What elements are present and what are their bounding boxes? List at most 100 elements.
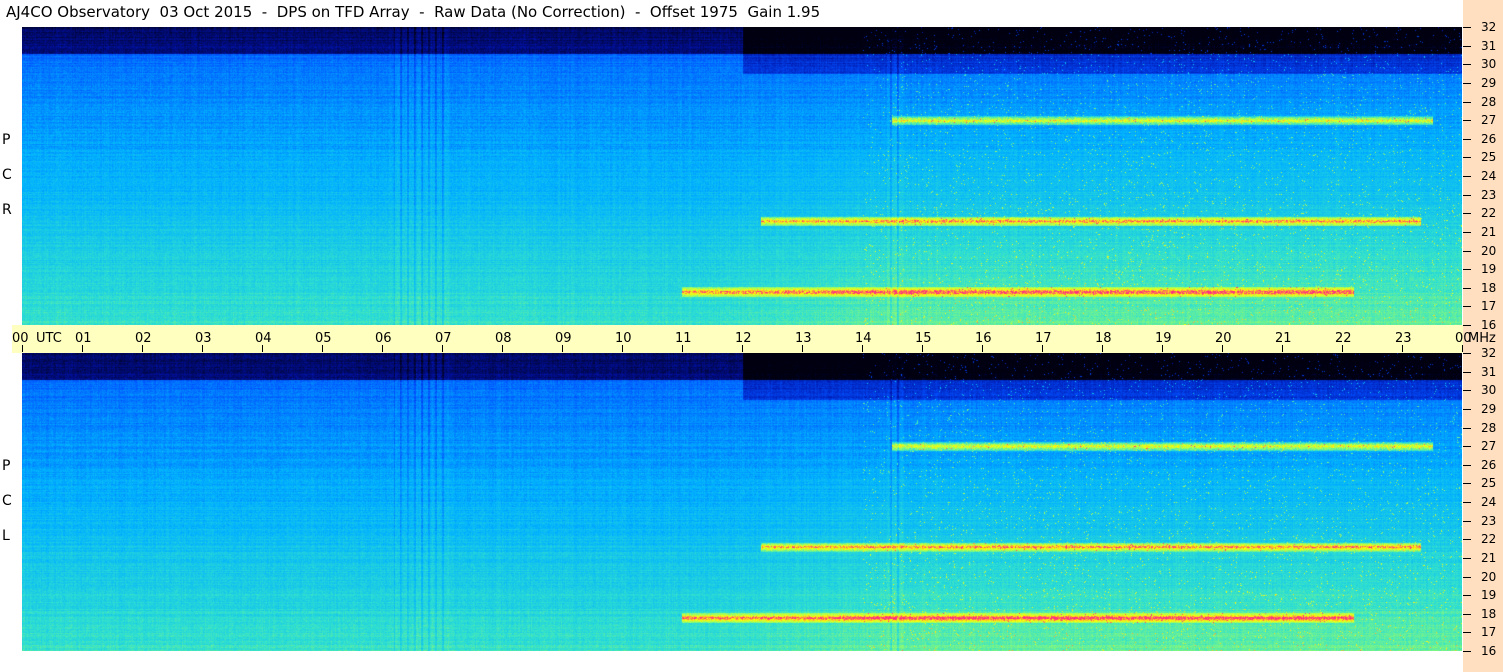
rcp-y-tick-label-21: 21 xyxy=(1481,225,1497,239)
x-tick-10 xyxy=(622,345,623,352)
rcp-label-r: R xyxy=(2,202,12,218)
rcp-y-tick-31 xyxy=(1463,46,1471,47)
rcp-y-tick-29 xyxy=(1463,83,1471,84)
lcp-heatmap xyxy=(22,353,1462,651)
rcp-y-tick-label-27: 27 xyxy=(1481,113,1497,127)
x-tick-21 xyxy=(1282,345,1283,352)
lcp-y-tick-23 xyxy=(1463,521,1471,522)
lcp-y-tick-18 xyxy=(1463,614,1471,615)
x-tick-4 xyxy=(262,345,263,352)
rcp-y-tick-label-22: 22 xyxy=(1481,206,1497,220)
lcp-y-tick-17 xyxy=(1463,632,1471,633)
x-tick-label-6: 06 xyxy=(375,331,392,346)
x-tick-11 xyxy=(682,345,683,352)
rcp-y-tick-label-26: 26 xyxy=(1481,132,1497,146)
x-tick-label-7: 07 xyxy=(435,331,452,346)
x-tick-18 xyxy=(1102,345,1103,352)
rcp-y-tick-label-23: 23 xyxy=(1481,188,1497,202)
rcp-heatmap xyxy=(22,27,1462,325)
lcp-y-tick-24 xyxy=(1463,502,1471,503)
x-tick-20 xyxy=(1222,345,1223,352)
lcp-y-tick-label-29: 29 xyxy=(1481,402,1497,416)
x-tick-3 xyxy=(202,345,203,352)
x-tick-15 xyxy=(922,345,923,352)
lcp-y-tick-label-25: 25 xyxy=(1481,476,1497,490)
x-tick-label-9: 09 xyxy=(555,331,572,346)
x-tick-label-23: 23 xyxy=(1395,331,1412,346)
lcp-y-tick-31 xyxy=(1463,372,1471,373)
rcp-y-tick-label-31: 31 xyxy=(1481,39,1497,53)
rcp-y-tick-label-32: 32 xyxy=(1481,20,1497,34)
x-tick-label-4: 04 xyxy=(255,331,272,346)
x-tick-2 xyxy=(142,345,143,352)
x-tick-14 xyxy=(862,345,863,352)
rcp-y-tick-24 xyxy=(1463,176,1471,177)
rcp-y-tick-23 xyxy=(1463,195,1471,196)
x-tick-17 xyxy=(1042,345,1043,352)
x-tick-label-8: 08 xyxy=(495,331,512,346)
lcp-y-tick-27 xyxy=(1463,446,1471,447)
rcp-y-tick-label-17: 17 xyxy=(1481,299,1497,313)
lcp-y-tick-21 xyxy=(1463,558,1471,559)
rcp-y-tick-label-18: 18 xyxy=(1481,281,1497,295)
rcp-y-tick-16 xyxy=(1463,325,1471,326)
lcp-y-tick-16 xyxy=(1463,651,1471,652)
rcp-y-tick-21 xyxy=(1463,232,1471,233)
lcp-y-tick-label-28: 28 xyxy=(1481,421,1497,435)
x-tick-1 xyxy=(82,345,83,352)
rcp-y-tick-28 xyxy=(1463,102,1471,103)
chart-title: AJ4CO Observatory 03 Oct 2015 - DPS on T… xyxy=(6,3,821,21)
rcp-y-tick-30 xyxy=(1463,64,1471,65)
rcp-y-tick-26 xyxy=(1463,139,1471,140)
lcp-y-tick-label-23: 23 xyxy=(1481,514,1497,528)
x-tick-6 xyxy=(382,345,383,352)
lcp-y-tick-20 xyxy=(1463,577,1471,578)
x-tick-8 xyxy=(502,345,503,352)
lcp-y-tick-30 xyxy=(1463,390,1471,391)
lcp-y-tick-label-27: 27 xyxy=(1481,439,1497,453)
lcp-y-tick-29 xyxy=(1463,409,1471,410)
lcp-y-tick-label-19: 19 xyxy=(1481,588,1497,602)
rcp-y-tick-19 xyxy=(1463,269,1471,270)
x-tick-label-5: 05 xyxy=(315,331,332,346)
mhz-label: MHz xyxy=(1468,331,1496,346)
x-tick-label-3: 03 xyxy=(195,331,212,346)
rcp-y-tick-label-16: 16 xyxy=(1481,318,1497,332)
lcp-y-tick-label-17: 17 xyxy=(1481,625,1497,639)
x-tick-7 xyxy=(442,345,443,352)
x-tick-label-20: 20 xyxy=(1215,331,1232,346)
x-tick-label-11: 11 xyxy=(675,331,692,346)
rcp-y-tick-label-28: 28 xyxy=(1481,95,1497,109)
x-tick-label-0: 00 xyxy=(12,331,29,346)
x-tick-label-17: 17 xyxy=(1035,331,1052,346)
rcp-label-c: C xyxy=(2,167,12,183)
lcp-y-tick-label-18: 18 xyxy=(1481,607,1497,621)
rcp-y-tick-label-25: 25 xyxy=(1481,150,1497,164)
utc-label: UTC xyxy=(36,331,62,346)
rcp-y-tick-22 xyxy=(1463,213,1471,214)
x-tick-label-21: 21 xyxy=(1275,331,1292,346)
lcp-y-tick-label-16: 16 xyxy=(1481,644,1497,658)
lcp-y-tick-19 xyxy=(1463,595,1471,596)
rcp-label-p: P xyxy=(2,132,11,148)
lcp-label-c: C xyxy=(2,493,12,509)
x-tick-label-12: 12 xyxy=(735,331,752,346)
lcp-y-tick-28 xyxy=(1463,428,1471,429)
rcp-y-tick-label-19: 19 xyxy=(1481,262,1497,276)
x-tick-9 xyxy=(562,345,563,352)
x-tick-12 xyxy=(742,345,743,352)
x-tick-label-22: 22 xyxy=(1335,331,1352,346)
rcp-spectrogram xyxy=(22,27,1462,325)
x-tick-13 xyxy=(802,345,803,352)
x-tick-19 xyxy=(1162,345,1163,352)
x-tick-label-16: 16 xyxy=(975,331,992,346)
rcp-y-tick-20 xyxy=(1463,251,1471,252)
lcp-y-tick-26 xyxy=(1463,465,1471,466)
x-tick-24 xyxy=(1462,345,1463,352)
x-tick-label-19: 19 xyxy=(1155,331,1172,346)
rcp-y-tick-label-30: 30 xyxy=(1481,57,1497,71)
lcp-y-tick-22 xyxy=(1463,539,1471,540)
rcp-y-tick-label-29: 29 xyxy=(1481,76,1497,90)
lcp-label-p: P xyxy=(2,458,11,474)
x-tick-5 xyxy=(322,345,323,352)
